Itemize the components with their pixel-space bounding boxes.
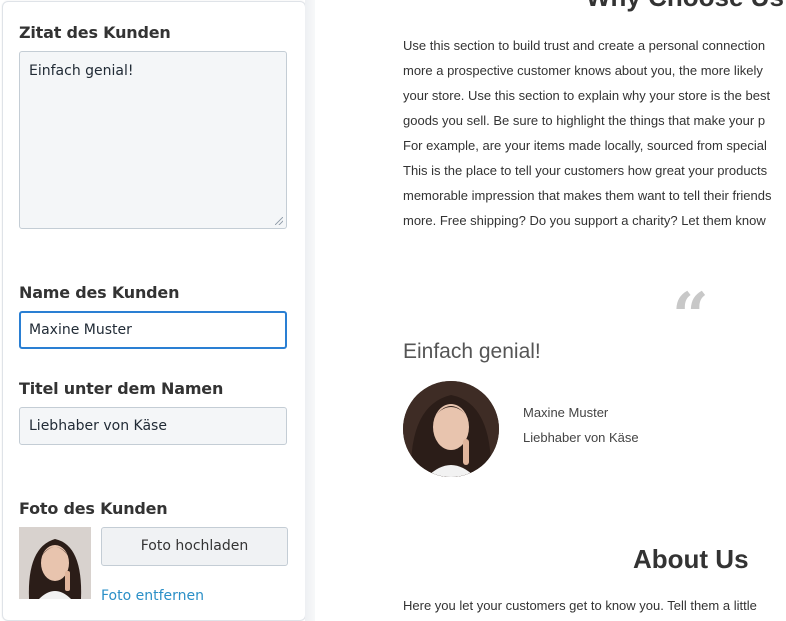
remove-photo-link[interactable]: Foto entfernen bbox=[101, 588, 204, 604]
photo-label: Foto des Kunden bbox=[19, 499, 168, 518]
testimonial-quote: Einfach genial! bbox=[403, 340, 541, 363]
paragraph-line: Use this section to build trust and crea… bbox=[403, 38, 766, 53]
name-input[interactable]: Maxine Muster bbox=[19, 311, 287, 349]
customer-title: Liebhaber von Käse bbox=[523, 430, 639, 445]
paragraph-line: For example, are your items made locally… bbox=[403, 138, 767, 153]
paragraph-line: your store. Use this section to explain … bbox=[403, 88, 771, 103]
paragraph-line: goods you sell. Be sure to highlight the… bbox=[403, 113, 766, 128]
about-heading: About Us bbox=[633, 544, 749, 574]
customer-avatar bbox=[403, 381, 499, 477]
quote-label: Zitat des Kunden bbox=[19, 23, 171, 42]
name-input-value: Maxine Muster bbox=[29, 322, 132, 338]
editor-panel: Zitat des Kunden Einfach genial! Name de… bbox=[2, 1, 306, 621]
title-label: Titel unter dem Namen bbox=[19, 379, 224, 398]
upload-photo-button[interactable]: Foto hochladen bbox=[101, 527, 288, 566]
panel-divider bbox=[305, 0, 315, 621]
quote-mark-icon: “ bbox=[672, 279, 709, 354]
section-heading: Why Choose Us bbox=[586, 0, 784, 13]
paragraph-line: This is the place to tell your customers… bbox=[403, 163, 768, 178]
about-paragraph: Here you let your customers get to know … bbox=[403, 598, 757, 613]
paragraph-line: more a prospective customer knows about … bbox=[403, 63, 763, 78]
name-label: Name des Kunden bbox=[19, 283, 180, 302]
customer-photo-thumbnail bbox=[19, 527, 91, 599]
paragraph-line: more. Free shipping? Do you support a ch… bbox=[403, 213, 766, 228]
quote-textarea[interactable]: Einfach genial! bbox=[19, 51, 287, 229]
quote-textarea-value: Einfach genial! bbox=[29, 63, 134, 79]
customer-name: Maxine Muster bbox=[523, 405, 609, 420]
paragraph-line: memorable impression that makes them wan… bbox=[403, 188, 772, 203]
resize-handle-icon[interactable] bbox=[275, 217, 283, 225]
title-input[interactable]: Liebhaber von Käse bbox=[19, 407, 287, 445]
section-paragraph: Use this section to build trust and crea… bbox=[403, 33, 786, 233]
title-input-value: Liebhaber von Käse bbox=[29, 418, 167, 434]
